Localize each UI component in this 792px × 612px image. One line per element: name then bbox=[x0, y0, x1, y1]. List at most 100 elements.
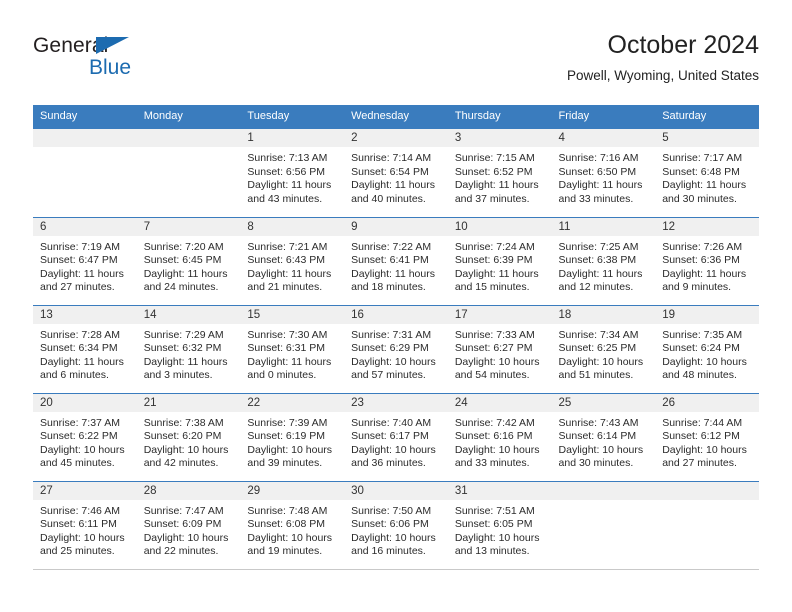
day-cell[interactable]: 6 Sunrise: 7:19 AM Sunset: 6:47 PM Daylight… bbox=[33, 216, 137, 305]
day-cell[interactable]: 17 Sunrise: 7:33 AM Sunset: 6:27 PM Dayligh… bbox=[447, 304, 552, 393]
weekday-header-tuesday: Tuesday bbox=[240, 105, 345, 129]
day-cell[interactable]: 9 Sunrise: 7:22 AM Sunset: 6:41 PM Daylight… bbox=[344, 216, 448, 305]
daylight-duration-line1: Daylight: 11 hours bbox=[40, 267, 124, 280]
day-number: 4 bbox=[551, 129, 656, 147]
day-cell[interactable]: 2 Sunrise: 7:14 AM Sunset: 6:54 PM Daylight… bbox=[344, 129, 448, 217]
daylight-duration-line2: and 37 minutes. bbox=[454, 192, 530, 205]
day-cell[interactable]: 13 Sunrise: 7:28 AM Sunset: 6:34 PM Dayligh… bbox=[33, 304, 137, 393]
daylight-duration-line1: Daylight: 11 hours bbox=[558, 267, 643, 280]
sunset-time: Sunset: 6:54 PM bbox=[351, 165, 429, 178]
day-cell[interactable]: 22 Sunrise: 7:39 AM Sunset: 6:19 PM Dayligh… bbox=[240, 392, 345, 481]
daylight-duration-line2: and 15 minutes. bbox=[454, 281, 530, 294]
day-cell[interactable]: 3 Sunrise: 7:15 AM Sunset: 6:52 PM Daylight… bbox=[447, 129, 552, 217]
day-cell[interactable]: 30 Sunrise: 7:50 AM Sunset: 6:06 PM Dayligh… bbox=[344, 480, 448, 570]
day-details bbox=[137, 147, 241, 152]
sunrise-time: Sunrise: 7:25 AM bbox=[558, 240, 639, 253]
daylight-duration-line2: and 24 minutes. bbox=[143, 281, 219, 294]
page-header: General Blue October 2024 Powell, Wyomin… bbox=[33, 30, 759, 100]
day-cell[interactable]: 10 Sunrise: 7:24 AM Sunset: 6:39 PM Dayligh… bbox=[447, 216, 552, 305]
sunset-time: Sunset: 6:24 PM bbox=[662, 342, 740, 355]
day-cell[interactable]: 5 Sunrise: 7:17 AM Sunset: 6:48 PM Daylight… bbox=[655, 129, 759, 217]
day-cell[interactable]: 19 Sunrise: 7:35 AM Sunset: 6:24 PM Dayligh… bbox=[655, 304, 759, 393]
day-details: Sunrise: 7:17 AM Sunset: 6:48 PM Daylight:… bbox=[655, 147, 759, 206]
day-cell[interactable]: 20 Sunrise: 7:37 AM Sunset: 6:22 PM Dayligh… bbox=[33, 392, 137, 481]
day-number: 30 bbox=[344, 481, 448, 500]
day-number bbox=[33, 129, 137, 147]
day-number: 23 bbox=[344, 393, 448, 412]
day-cell[interactable]: 27 Sunrise: 7:46 AM Sunset: 6:11 PM Dayligh… bbox=[33, 480, 137, 570]
page-title: October 2024 bbox=[607, 31, 760, 59]
daylight-duration-line2: and 51 minutes. bbox=[558, 369, 634, 382]
day-cell[interactable]: 16 Sunrise: 7:31 AM Sunset: 6:29 PM Dayligh… bbox=[344, 304, 448, 393]
day-details: Sunrise: 7:39 AM Sunset: 6:19 PM Daylight:… bbox=[240, 412, 344, 471]
calendar-table: Sunday Monday Tuesday Wednesday Thursday… bbox=[33, 105, 759, 570]
sunset-time: Sunset: 6:34 PM bbox=[40, 342, 118, 355]
day-cell[interactable]: 7 Sunrise: 7:20 AM Sunset: 6:45 PM Daylight… bbox=[136, 216, 241, 305]
daylight-duration-line2: and 3 minutes. bbox=[143, 369, 213, 382]
day-number: 14 bbox=[136, 305, 241, 324]
sunrise-time: Sunrise: 7:26 AM bbox=[662, 240, 743, 253]
day-cell[interactable]: 26 Sunrise: 7:44 AM Sunset: 6:12 PM Dayligh… bbox=[655, 392, 759, 481]
day-cell[interactable]: 18 Sunrise: 7:34 AM Sunset: 6:25 PM Dayligh… bbox=[551, 304, 656, 393]
calendar-body: 1 Sunrise: 7:13 AM Sunset: 6:56 PM Daylight… bbox=[33, 129, 759, 570]
sunrise-time: Sunrise: 7:17 AM bbox=[662, 152, 743, 164]
day-details: Sunrise: 7:35 AM Sunset: 6:24 PM Daylight:… bbox=[655, 324, 759, 383]
day-details: Sunrise: 7:37 AM Sunset: 6:22 PM Daylight:… bbox=[33, 412, 137, 471]
sunrise-time: Sunrise: 7:38 AM bbox=[143, 416, 224, 429]
daylight-duration-line2: and 13 minutes. bbox=[454, 545, 530, 558]
weekday-header-thursday: Thursday bbox=[447, 105, 552, 129]
day-number: 7 bbox=[136, 217, 241, 236]
day-number bbox=[551, 481, 656, 500]
daylight-duration-line2: and 33 minutes. bbox=[454, 457, 530, 470]
general-blue-logo: General Blue bbox=[33, 34, 233, 90]
day-cell-empty bbox=[551, 480, 656, 570]
day-number bbox=[655, 481, 759, 500]
day-cell[interactable]: 21 Sunrise: 7:38 AM Sunset: 6:20 PM Dayligh… bbox=[136, 392, 241, 481]
day-number: 12 bbox=[655, 217, 759, 236]
daylight-duration-line2: and 12 minutes. bbox=[558, 281, 634, 294]
daylight-duration-line2: and 48 minutes. bbox=[662, 369, 737, 382]
day-cell[interactable]: 15 Sunrise: 7:30 AM Sunset: 6:31 PM Dayligh… bbox=[240, 304, 345, 393]
day-number: 18 bbox=[551, 305, 656, 324]
day-cell[interactable]: 8 Sunrise: 7:21 AM Sunset: 6:43 PM Daylight… bbox=[240, 216, 345, 305]
sunset-time: Sunset: 6:29 PM bbox=[351, 342, 429, 355]
sunrise-time: Sunrise: 7:40 AM bbox=[351, 416, 432, 429]
day-details: Sunrise: 7:47 AM Sunset: 6:09 PM Daylight:… bbox=[137, 500, 241, 559]
sunrise-time: Sunrise: 7:48 AM bbox=[247, 504, 328, 517]
daylight-duration-line2: and 0 minutes. bbox=[247, 369, 317, 382]
sunset-time: Sunset: 6:56 PM bbox=[247, 165, 326, 178]
day-cell[interactable]: 25 Sunrise: 7:43 AM Sunset: 6:14 PM Dayligh… bbox=[551, 392, 656, 481]
sunrise-time: Sunrise: 7:42 AM bbox=[454, 416, 535, 429]
day-details: Sunrise: 7:44 AM Sunset: 6:12 PM Daylight:… bbox=[655, 412, 759, 471]
daylight-duration-line1: Daylight: 10 hours bbox=[40, 531, 125, 544]
daylight-duration-line1: Daylight: 11 hours bbox=[247, 355, 332, 368]
daylight-duration-line1: Daylight: 11 hours bbox=[247, 267, 332, 280]
day-cell[interactable]: 29 Sunrise: 7:48 AM Sunset: 6:08 PM Dayligh… bbox=[240, 480, 345, 570]
day-cell[interactable]: 4 Sunrise: 7:16 AM Sunset: 6:50 PM Daylight… bbox=[551, 129, 656, 217]
daylight-duration-line1: Daylight: 11 hours bbox=[558, 179, 643, 192]
title-block: October 2024 Powell, Wyoming, United Sta… bbox=[567, 30, 759, 86]
day-cell[interactable]: 24 Sunrise: 7:42 AM Sunset: 6:16 PM Dayligh… bbox=[447, 392, 552, 481]
daylight-duration-line2: and 42 minutes. bbox=[143, 457, 219, 470]
daylight-duration-line2: and 43 minutes. bbox=[247, 192, 323, 205]
day-cell[interactable]: 23 Sunrise: 7:40 AM Sunset: 6:17 PM Dayligh… bbox=[344, 392, 448, 481]
sunset-time: Sunset: 6:52 PM bbox=[454, 165, 533, 178]
day-details: Sunrise: 7:40 AM Sunset: 6:17 PM Daylight:… bbox=[344, 412, 448, 471]
weekday-header-friday: Friday bbox=[551, 105, 656, 129]
daylight-duration-line2: and 40 minutes. bbox=[351, 192, 426, 205]
daylight-duration-line1: Daylight: 10 hours bbox=[351, 531, 436, 544]
sunrise-time: Sunrise: 7:15 AM bbox=[454, 152, 535, 164]
day-number: 1 bbox=[240, 129, 345, 147]
day-cell[interactable]: 31 Sunrise: 7:51 AM Sunset: 6:05 PM Dayligh… bbox=[447, 480, 552, 570]
day-cell[interactable]: 1 Sunrise: 7:13 AM Sunset: 6:56 PM Daylight… bbox=[240, 129, 345, 217]
daylight-duration-line2: and 57 minutes. bbox=[351, 369, 426, 382]
day-cell[interactable]: 12 Sunrise: 7:26 AM Sunset: 6:36 PM Dayligh… bbox=[655, 216, 759, 305]
day-details: Sunrise: 7:34 AM Sunset: 6:25 PM Daylight:… bbox=[552, 324, 656, 383]
sunrise-time: Sunrise: 7:21 AM bbox=[247, 240, 328, 253]
day-number: 22 bbox=[240, 393, 345, 412]
daylight-duration-line1: Daylight: 10 hours bbox=[143, 443, 229, 456]
day-cell[interactable]: 14 Sunrise: 7:29 AM Sunset: 6:32 PM Dayligh… bbox=[136, 304, 241, 393]
day-cell[interactable]: 11 Sunrise: 7:25 AM Sunset: 6:38 PM Dayligh… bbox=[551, 216, 656, 305]
daylight-duration-line1: Daylight: 11 hours bbox=[662, 267, 747, 280]
day-cell[interactable]: 28 Sunrise: 7:47 AM Sunset: 6:09 PM Dayligh… bbox=[136, 480, 241, 570]
